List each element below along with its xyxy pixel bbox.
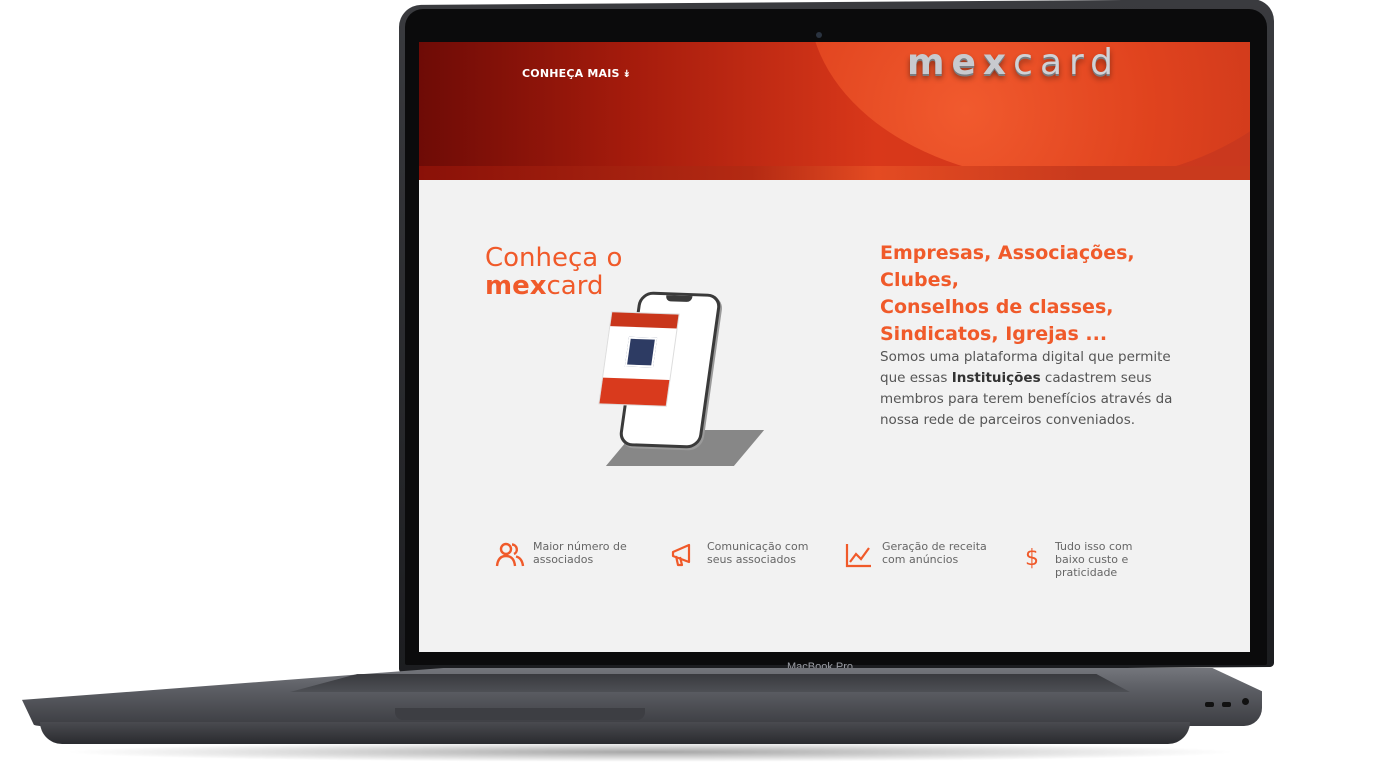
feature-label: Comunicação com seus associados	[707, 540, 809, 566]
features-row: Maior número de associados Comunicação c…	[419, 540, 1250, 590]
hero-banner: CONHEÇA MAIS ↡ mexcard	[419, 42, 1250, 180]
usb-port	[1205, 702, 1214, 707]
audience-heading: Empresas, Associações, Clubes, Conselhos…	[880, 240, 1210, 348]
feature-label: Maior número de associados	[533, 540, 627, 566]
card-photo	[624, 336, 658, 368]
conheca-mais-link[interactable]: CONHEÇA MAIS ↡	[522, 67, 631, 80]
audience-line3: Sindicatos, Igrejas ...	[880, 323, 1108, 345]
dollar-icon: $	[1025, 546, 1039, 570]
feature-item: $ Tudo isso com baixo custo e praticidad…	[1017, 540, 1165, 584]
card-header	[610, 312, 679, 329]
webcam-icon	[816, 32, 822, 38]
card-footer	[599, 377, 670, 406]
audience-line1: Empresas, Associações, Clubes,	[880, 242, 1135, 291]
feature-label: Tudo isso com baixo custo e praticidade	[1055, 540, 1133, 579]
laptop-base-front	[40, 722, 1190, 744]
feature-item: Maior número de associados	[495, 540, 643, 584]
feature-item: Comunicação com seus associados	[669, 540, 817, 584]
intro-title-mex: mex	[485, 271, 547, 301]
double-chevron-down-icon: ↡	[622, 69, 632, 80]
description-bold: Instituições	[951, 370, 1041, 386]
megaphone-icon	[671, 543, 691, 567]
intro-title: Conheça o mexcard	[485, 244, 622, 300]
brand-logo-bold: mex	[907, 42, 1014, 83]
lid-opening-notch	[395, 708, 645, 720]
intro-title-card: card	[546, 271, 604, 301]
laptop-shadow	[60, 742, 1240, 762]
headphone-jack	[1242, 698, 1249, 705]
line-chart-icon	[845, 544, 871, 568]
intro-title-brand: mexcard	[485, 272, 622, 300]
laptop-screen: CONHEÇA MAIS ↡ mexcard Conheça o mexcard …	[419, 42, 1250, 652]
intro-title-line1: Conheça o	[485, 243, 623, 273]
hero-bottom-band	[419, 166, 1250, 180]
usb-port	[1222, 702, 1231, 707]
phone-notch	[665, 295, 693, 303]
brand-logo[interactable]: mexcard	[907, 42, 1120, 83]
feature-label: Geração de receita com anúncios	[882, 540, 987, 566]
member-card-illustration	[598, 311, 680, 407]
audience-line2: Conselhos de classes,	[880, 296, 1114, 318]
svg-text:$: $	[1025, 546, 1039, 570]
feature-item: Geração de receita com anúncios	[844, 540, 992, 584]
brand-logo-light: card	[1013, 42, 1121, 83]
keyboard-area	[290, 674, 1130, 692]
platform-description: Somos uma plataforma digital que permite…	[880, 347, 1200, 431]
conheca-mais-label: CONHEÇA MAIS	[522, 67, 620, 80]
users-icon	[495, 542, 525, 567]
